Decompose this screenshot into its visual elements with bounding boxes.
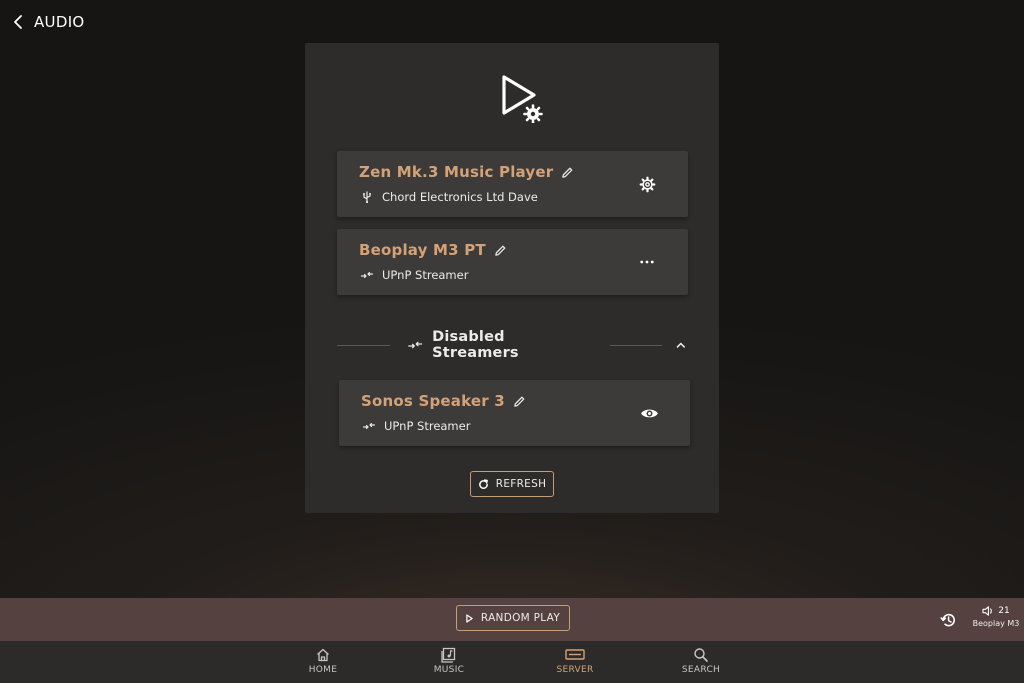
disabled-streamers-header: Disabled Streamers <box>337 329 688 361</box>
divider-line <box>337 344 390 346</box>
zone-name: Sonos Speaker 3 <box>361 392 505 410</box>
nav-label: SEARCH <box>681 665 721 675</box>
zone-card[interactable]: Beoplay M3 PT UPnP Streamer <box>337 229 688 295</box>
bottom-navigation: HOME MUSIC SERVER SEARCH <box>0 641 1024 683</box>
history-icon[interactable] <box>940 612 956 628</box>
pencil-icon[interactable] <box>513 395 526 408</box>
eye-icon <box>640 409 658 417</box>
top-bar: AUDIO <box>0 0 1024 44</box>
nav-label: SERVER <box>556 665 594 675</box>
page-title: AUDIO <box>34 13 85 31</box>
zone-name: Beoplay M3 PT <box>359 241 486 259</box>
server-icon <box>565 649 585 660</box>
search-icon <box>694 648 708 662</box>
audio-zones-panel: Zen Mk.3 Music Player Chord Electronics … <box>305 43 719 513</box>
music-icon <box>441 647 456 663</box>
random-play-label: RANDOM PLAY <box>480 612 561 624</box>
pencil-icon[interactable] <box>561 166 574 179</box>
section-title: Disabled Streamers <box>432 329 519 361</box>
active-zone-name: Beoplay M3 <box>972 619 1020 628</box>
gear-icon <box>639 176 655 192</box>
zone-subtitle: UPnP Streamer <box>384 419 471 433</box>
chevron-left-icon <box>14 15 22 29</box>
refresh-icon <box>478 478 488 489</box>
pencil-icon[interactable] <box>494 244 507 257</box>
play-settings-icon <box>502 75 543 123</box>
now-playing-bar: RANDOM PLAY 21 Beoplay M3 <box>0 598 1024 641</box>
random-play-button[interactable]: RANDOM PLAY <box>456 605 570 631</box>
speaker-icon <box>982 606 993 616</box>
home-icon <box>317 648 329 662</box>
chevron-up-icon[interactable] <box>674 338 688 352</box>
volume-control[interactable]: 21 Beoplay M3 <box>972 606 1020 628</box>
usb-icon <box>363 191 371 203</box>
nav-home[interactable]: HOME <box>288 647 358 675</box>
refresh-button[interactable]: REFRESH <box>470 471 554 497</box>
streamer-icon <box>407 341 422 349</box>
zone-more-button[interactable] <box>636 251 658 273</box>
refresh-label: REFRESH <box>495 478 547 490</box>
streamer-icon <box>363 422 375 430</box>
zone-card[interactable]: Zen Mk.3 Music Player Chord Electronics … <box>337 151 688 217</box>
nav-server[interactable]: SERVER <box>540 647 610 675</box>
nav-label: HOME <box>308 665 338 675</box>
back-button[interactable]: AUDIO <box>12 13 85 31</box>
zone-name: Zen Mk.3 Music Player <box>359 163 554 181</box>
play-icon <box>466 613 473 623</box>
divider-line <box>609 344 663 346</box>
volume-level: 21 <box>998 606 1010 616</box>
zone-subtitle: Chord Electronics Ltd Dave <box>382 190 538 204</box>
nav-label: MUSIC <box>433 665 465 675</box>
nav-search[interactable]: SEARCH <box>666 647 736 675</box>
enable-zone-button[interactable] <box>638 402 660 424</box>
nav-music[interactable]: MUSIC <box>414 647 484 675</box>
disabled-zone-card[interactable]: Sonos Speaker 3 UPnP Streamer <box>339 380 690 446</box>
zone-settings-button[interactable] <box>636 173 658 195</box>
more-horizontal-icon <box>640 260 654 264</box>
streamer-icon <box>361 271 373 279</box>
zone-subtitle: UPnP Streamer <box>382 268 469 282</box>
